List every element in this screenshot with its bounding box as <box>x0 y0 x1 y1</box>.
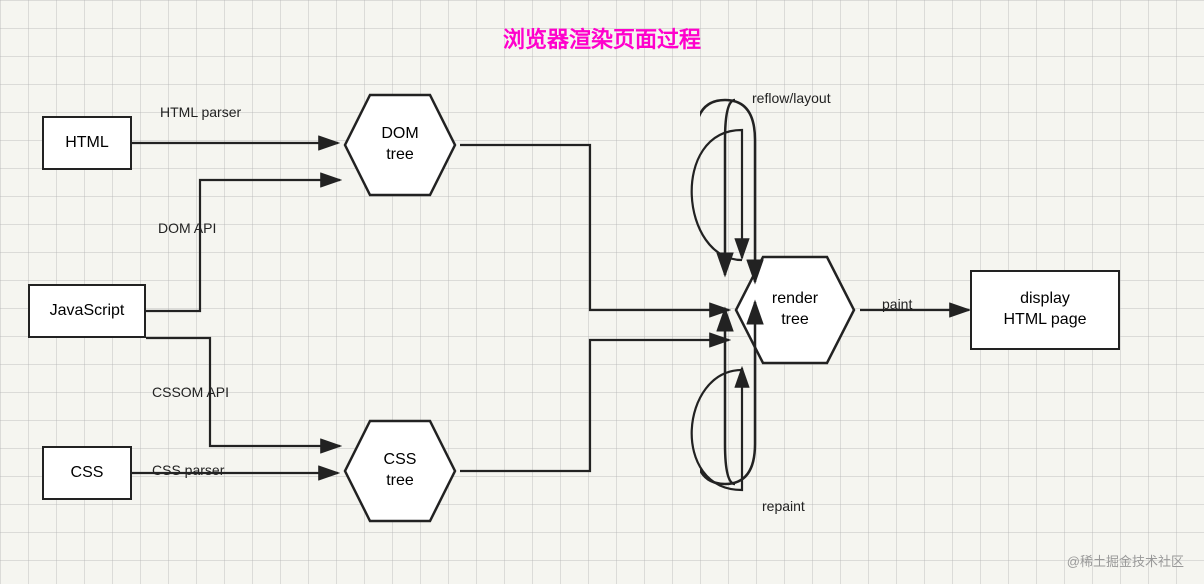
css-tree-box: CSS tree <box>340 416 460 526</box>
cssom-api-label: CSSOM API <box>152 384 229 400</box>
html-box: HTML <box>42 116 132 170</box>
page-title: 浏览器渲染页面过程 <box>503 22 701 54</box>
html-parser-label: HTML parser <box>160 104 241 120</box>
dom-api-label: DOM API <box>158 220 216 236</box>
dom-tree-box: DOM tree <box>340 90 460 200</box>
javascript-box: JavaScript <box>28 284 146 338</box>
css-box: CSS <box>42 446 132 500</box>
paint-label: paint <box>882 296 912 312</box>
repaint-label: repaint <box>762 498 805 514</box>
css-parser-label: CSS parser <box>152 462 224 478</box>
watermark: @稀土掘金技术社区 <box>1067 551 1184 570</box>
display-box: display HTML page <box>970 270 1120 350</box>
